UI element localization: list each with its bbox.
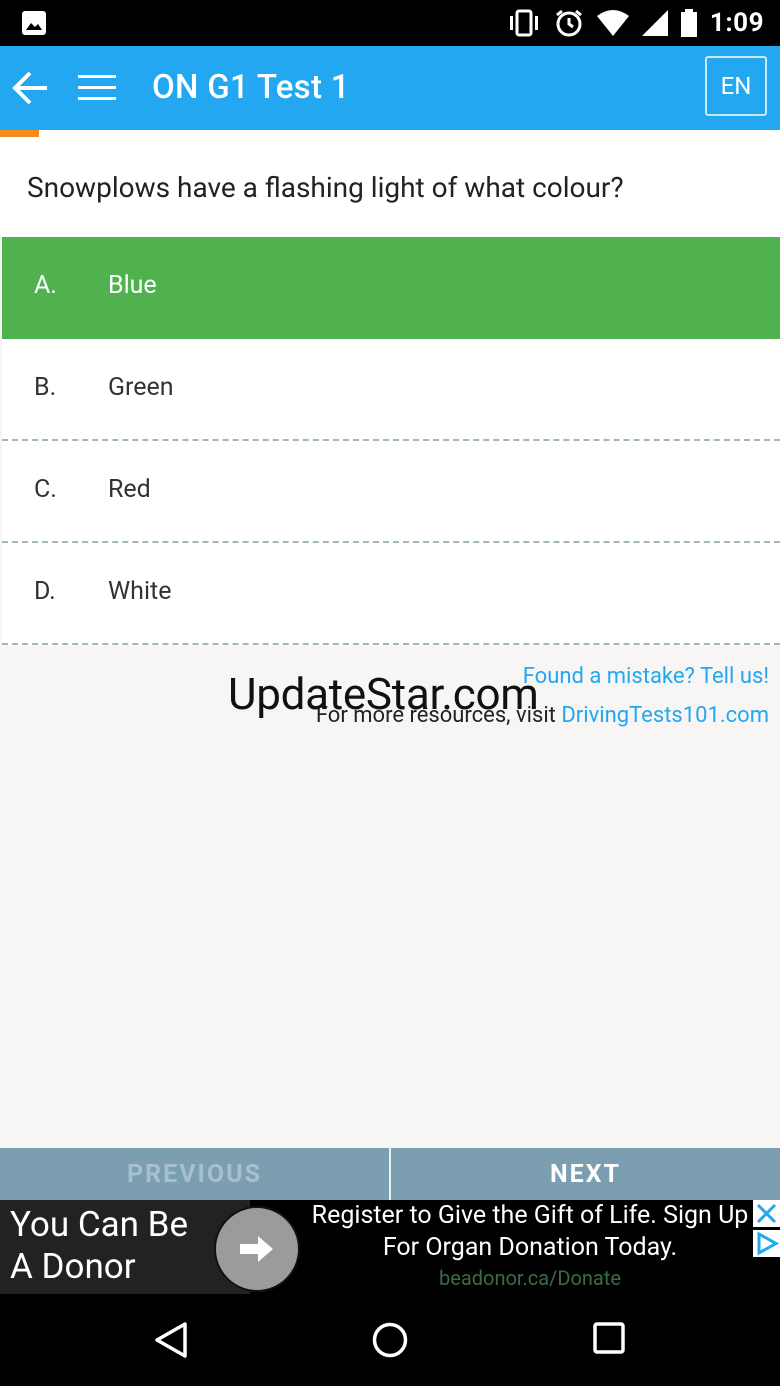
system-home-icon[interactable] xyxy=(372,1322,408,1362)
vibrate-icon xyxy=(506,9,542,37)
app-bar: ON G1 Test 1 EN xyxy=(0,46,780,130)
clock: 1:09 xyxy=(709,8,764,38)
progress-bar xyxy=(0,130,39,137)
ad-headline-box: You Can Be A Donor xyxy=(0,1200,250,1294)
ad-banner[interactable]: You Can Be A Donor Register to Give the … xyxy=(0,1200,780,1294)
system-navigation-bar xyxy=(0,1294,780,1386)
adchoices-icon[interactable] xyxy=(753,1230,780,1257)
language-button[interactable]: EN xyxy=(705,56,767,116)
question-area: Snowplows have a flashing light of what … xyxy=(0,137,780,237)
answer-text: Red xyxy=(108,475,151,504)
signal-icon xyxy=(641,10,668,36)
answer-letter: C. xyxy=(34,475,57,504)
previous-button[interactable]: PREVIOUS xyxy=(0,1148,391,1200)
answer-letter: A. xyxy=(34,271,57,300)
ad-arrow-icon[interactable] xyxy=(214,1206,300,1292)
progress-track xyxy=(0,130,780,137)
back-arrow-icon[interactable] xyxy=(12,70,50,106)
answer-option-a[interactable]: A. Blue xyxy=(2,237,780,339)
watermark: UpdateStar.com xyxy=(228,668,539,720)
system-recents-icon[interactable] xyxy=(593,1322,625,1358)
next-button[interactable]: NEXT xyxy=(391,1148,780,1200)
wifi-icon xyxy=(596,10,630,36)
answer-option-c[interactable]: C. Red xyxy=(2,441,780,543)
hamburger-menu-icon[interactable] xyxy=(78,74,116,102)
ad-close-icon[interactable] xyxy=(753,1200,780,1227)
drivingtests-link[interactable]: DrivingTests101.com xyxy=(561,703,769,728)
ad-url: beadonor.ca/Donate xyxy=(439,1266,621,1290)
status-bar: 1:09 xyxy=(0,0,780,46)
answer-text: White xyxy=(108,577,172,606)
answer-option-b[interactable]: B. Green xyxy=(2,339,780,441)
answer-text: Blue xyxy=(108,271,157,300)
report-mistake-link[interactable]: Found a mistake? Tell us! xyxy=(523,664,769,689)
question-text: Snowplows have a flashing light of what … xyxy=(27,171,624,204)
system-back-icon[interactable] xyxy=(154,1322,188,1362)
page-title: ON G1 Test 1 xyxy=(152,68,350,107)
answer-letter: B. xyxy=(34,373,57,402)
answer-letter: D. xyxy=(34,577,56,606)
alarm-icon xyxy=(554,8,584,38)
question-nav-bar: PREVIOUS NEXT xyxy=(0,1148,780,1200)
answer-option-d[interactable]: D. White xyxy=(2,543,780,645)
ad-body: Register to Give the Gift of Life. Sign … xyxy=(311,1201,749,1262)
answer-text: Green xyxy=(108,373,174,402)
gallery-icon xyxy=(22,11,46,35)
battery-icon xyxy=(680,9,698,37)
ad-headline: You Can Be A Donor xyxy=(10,1204,189,1287)
answer-list: A. Blue B. Green C. Red D. White xyxy=(2,237,780,645)
